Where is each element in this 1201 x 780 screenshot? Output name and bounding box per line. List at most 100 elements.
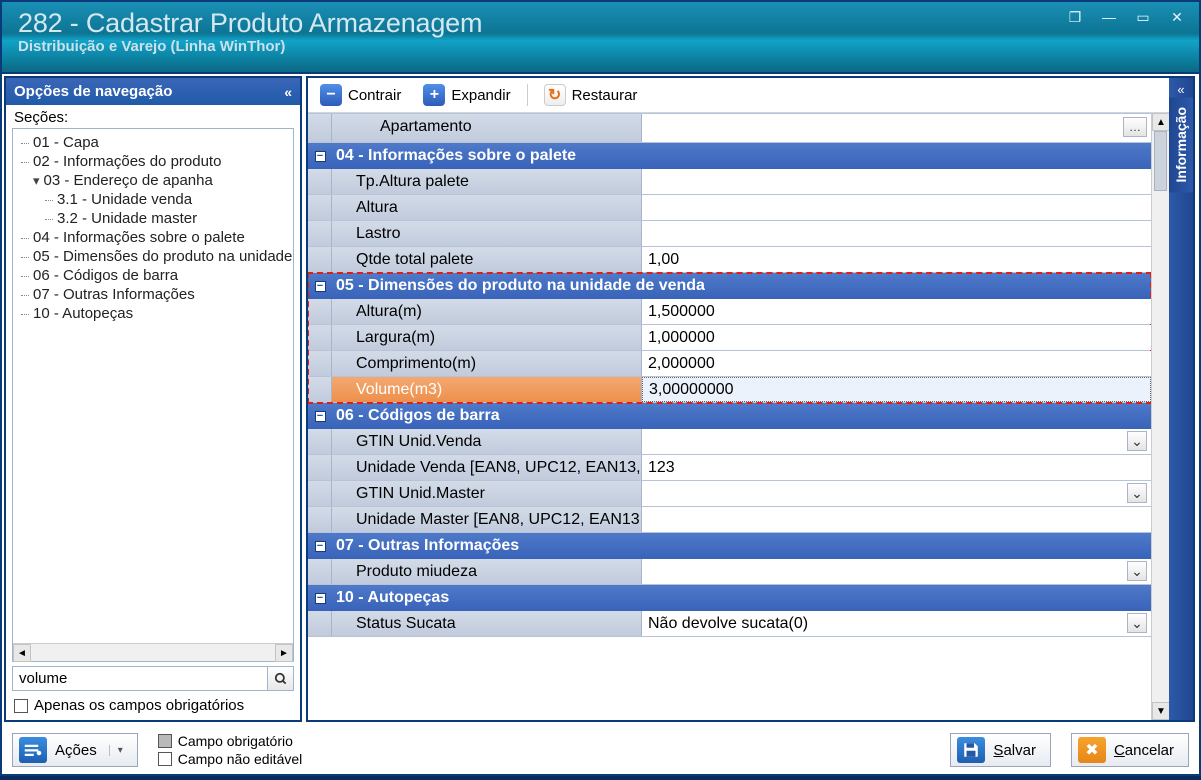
collapse-nav-icon[interactable]: «: [284, 84, 292, 100]
section-collapse-icon[interactable]: −: [315, 411, 326, 422]
property-row[interactable]: Apartamento: [308, 113, 1151, 143]
tree-item-02[interactable]: 02 - Informações do produto: [17, 152, 293, 171]
tree-item-06[interactable]: 06 - Códigos de barra: [17, 266, 293, 285]
minimize-window-icon[interactable]: —: [1095, 6, 1123, 28]
property-value[interactable]: [642, 221, 1151, 246]
property-row[interactable]: Volume(m3)3,00000000: [308, 377, 1151, 403]
scroll-thumb[interactable]: [1154, 131, 1167, 191]
nav-horizontal-scrollbar[interactable]: ◄ ►: [13, 643, 293, 661]
row-handle: [308, 429, 332, 454]
section-header[interactable]: −10 - Autopeças: [308, 585, 1151, 611]
property-label: Unidade Master [EAN8, UPC12, EAN13, DUN1…: [332, 507, 642, 532]
expand-all-button[interactable]: + Expandir: [417, 82, 516, 108]
property-row[interactable]: Altura(m)1,500000: [308, 299, 1151, 325]
navigation-panel: Opções de navegação « Seções: 01 - Capa …: [4, 76, 302, 722]
property-row[interactable]: Qtde total palete1,00: [308, 247, 1151, 273]
tree-item-10[interactable]: 10 - Autopeças: [17, 304, 293, 323]
section-header[interactable]: −04 - Informações sobre o palete: [308, 143, 1151, 169]
property-label: Status Sucata: [332, 611, 642, 636]
scroll-right-icon[interactable]: ►: [275, 644, 293, 662]
section-collapse-icon[interactable]: −: [315, 281, 326, 292]
maximize-window-icon[interactable]: ▭: [1129, 6, 1157, 28]
property-row[interactable]: Comprimento(m)2,000000: [308, 351, 1151, 377]
property-row[interactable]: Unidade Venda [EAN8, UPC12, EAN13, DUN14…: [308, 455, 1151, 481]
property-row[interactable]: Produto miudeza: [308, 559, 1151, 585]
property-value[interactable]: 123: [642, 455, 1151, 480]
restore-window-icon[interactable]: ❐: [1061, 6, 1089, 28]
navigation-title: Opções de navegação: [14, 83, 172, 100]
property-row[interactable]: GTIN Unid.Master: [308, 481, 1151, 507]
row-handle: [308, 481, 332, 506]
row-handle: [308, 559, 332, 584]
search-input[interactable]: [12, 666, 268, 691]
tree-item-03-2[interactable]: 3.2 - Unidade master: [17, 209, 293, 228]
tree-item-04[interactable]: 04 - Informações sobre o palete: [17, 228, 293, 247]
tree-item-01[interactable]: 01 - Capa: [17, 133, 293, 152]
section-collapse-icon[interactable]: −: [315, 541, 326, 552]
tree-item-07[interactable]: 07 - Outras Informações: [17, 285, 293, 304]
property-row[interactable]: Altura: [308, 195, 1151, 221]
cancel-icon: ✖: [1078, 737, 1106, 763]
nav-tree[interactable]: 01 - Capa 02 - Informações do produto ▾0…: [13, 129, 293, 643]
property-value[interactable]: [642, 429, 1151, 454]
scroll-left-icon[interactable]: ◄: [13, 644, 31, 662]
property-value[interactable]: 1,000000: [642, 325, 1151, 350]
restore-button[interactable]: ↻ Restaurar: [538, 82, 644, 108]
property-row[interactable]: Largura(m)1,000000: [308, 325, 1151, 351]
property-value[interactable]: 2,000000: [642, 351, 1151, 376]
save-button[interactable]: Salvar: [950, 733, 1051, 767]
property-label: Comprimento(m): [332, 351, 642, 376]
property-value[interactable]: [642, 481, 1151, 506]
tree-collapse-icon[interactable]: ▾: [33, 173, 40, 188]
collapse-all-button[interactable]: − Contrair: [314, 82, 407, 108]
section-collapse-icon[interactable]: −: [315, 151, 326, 162]
property-value[interactable]: 3,00000000: [642, 377, 1151, 402]
property-label: Qtde total palete: [332, 247, 642, 272]
info-tab-label: Informação: [1169, 97, 1193, 192]
property-label: Altura(m): [332, 299, 642, 324]
actions-icon: [19, 737, 47, 763]
property-value[interactable]: 1,500000: [642, 299, 1151, 324]
section-header[interactable]: −05 - Dimensões do produto na unidade de…: [308, 273, 1151, 299]
property-row[interactable]: Lastro: [308, 221, 1151, 247]
section-collapse-icon[interactable]: −: [315, 593, 326, 604]
property-value[interactable]: [642, 559, 1151, 584]
property-row[interactable]: GTIN Unid.Venda: [308, 429, 1151, 455]
property-row[interactable]: Status SucataNão devolve sucata(0): [308, 611, 1151, 637]
row-handle: [308, 299, 332, 324]
scroll-down-icon[interactable]: ▼: [1152, 702, 1170, 720]
section-header[interactable]: −07 - Outras Informações: [308, 533, 1151, 559]
search-button[interactable]: [268, 666, 294, 691]
row-handle: [308, 377, 332, 402]
restore-icon: ↻: [544, 84, 566, 106]
nav-tree-container: 01 - Capa 02 - Informações do produto ▾0…: [12, 128, 294, 662]
expand-side-icon[interactable]: «: [1169, 78, 1193, 97]
section-header[interactable]: −06 - Códigos de barra: [308, 403, 1151, 429]
tree-item-03[interactable]: ▾03 - Endereço de apanha: [17, 171, 293, 190]
row-handle: [308, 195, 332, 220]
tree-item-03-1[interactable]: 3.1 - Unidade venda: [17, 190, 293, 209]
property-value[interactable]: 1,00: [642, 247, 1151, 272]
property-value[interactable]: [642, 169, 1151, 194]
scroll-up-icon[interactable]: ▲: [1152, 113, 1170, 131]
close-window-icon[interactable]: ✕: [1163, 6, 1191, 28]
property-row[interactable]: Tp.Altura palete: [308, 169, 1151, 195]
property-value[interactable]: [642, 195, 1151, 220]
property-label: Altura: [332, 195, 642, 220]
actions-button[interactable]: Ações: [12, 733, 138, 767]
row-handle: [308, 169, 332, 194]
only-required-checkbox[interactable]: [14, 699, 28, 713]
tree-item-05[interactable]: 05 - Dimensões do produto na unidade de …: [17, 247, 293, 266]
property-value[interactable]: Não devolve sucata(0): [642, 611, 1151, 636]
property-value[interactable]: [642, 114, 1151, 142]
readonly-swatch: [158, 752, 172, 766]
window-subtitle: Distribuição e Varejo (Linha WinThor): [18, 38, 1183, 55]
cancel-button[interactable]: ✖ Cancelar: [1071, 733, 1189, 767]
info-side-panel-collapsed[interactable]: « Informação: [1169, 78, 1193, 720]
property-row[interactable]: Unidade Master [EAN8, UPC12, EAN13, DUN1…: [308, 507, 1151, 533]
property-grid[interactable]: Apartamento−04 - Informações sobre o pal…: [308, 113, 1151, 720]
property-label: Largura(m): [332, 325, 642, 350]
property-value[interactable]: [642, 507, 1151, 532]
grid-vertical-scrollbar[interactable]: ▲ ▼: [1151, 113, 1169, 720]
row-handle: [308, 325, 332, 350]
